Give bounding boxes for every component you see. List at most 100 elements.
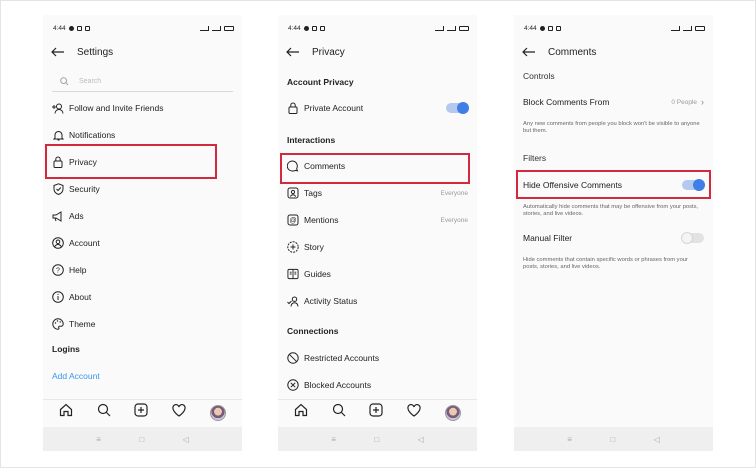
new-post-icon[interactable] xyxy=(134,403,149,422)
privacy-item-label: Mentions xyxy=(304,215,339,225)
settings-screen: 4:44 Settings Search Follow and Invite F… xyxy=(43,15,242,451)
status-bar: 4:44 xyxy=(514,15,713,41)
privacy-item-label: Tags xyxy=(304,188,322,198)
menu-nav-icon[interactable]: ≡ xyxy=(567,435,572,444)
heart-icon[interactable] xyxy=(172,403,186,422)
screenshot-frame: 4:44 Settings Search Follow and Invite F… xyxy=(0,0,756,468)
privacy-item-blocked[interactable]: Blocked Accounts xyxy=(278,372,477,398)
back-arrow-icon[interactable] xyxy=(522,46,538,58)
back-nav-icon[interactable]: ◁ xyxy=(654,435,660,444)
home-nav-icon[interactable]: □ xyxy=(139,435,144,444)
search-icon[interactable] xyxy=(332,403,346,422)
help-icon: ? xyxy=(52,264,64,276)
app-icon xyxy=(319,25,325,31)
menu-nav-icon[interactable]: ≡ xyxy=(331,435,336,444)
system-nav-bar: ≡ □ ◁ xyxy=(514,427,713,451)
block-comments-value: 0 People xyxy=(671,98,697,106)
private-account-row[interactable]: Private Account xyxy=(278,95,477,121)
new-post-icon[interactable] xyxy=(369,403,384,422)
highlight-box xyxy=(280,153,470,184)
home-nav-icon[interactable]: □ xyxy=(610,435,615,444)
heart-icon[interactable] xyxy=(407,403,421,422)
settings-item-help[interactable]: ? Help xyxy=(43,257,242,283)
svg-text:?: ? xyxy=(56,268,60,275)
bottom-tab-bar xyxy=(43,399,242,425)
comments-header: Comments xyxy=(514,41,713,63)
status-time: 4:44 xyxy=(288,24,301,32)
notification-icon xyxy=(539,25,545,31)
lock-icon xyxy=(287,102,299,114)
settings-item-ads[interactable]: Ads xyxy=(43,203,242,229)
status-time: 4:44 xyxy=(53,24,66,32)
back-nav-icon[interactable]: ◁ xyxy=(183,435,189,444)
privacy-item-activity-status[interactable]: Activity Status xyxy=(278,288,477,314)
settings-item-account[interactable]: Account xyxy=(43,230,242,256)
privacy-item-guides[interactable]: Guides xyxy=(278,261,477,287)
wifi-icon xyxy=(200,25,209,31)
system-nav-bar: ≡ □ ◁ xyxy=(278,427,477,451)
search-icon[interactable] xyxy=(97,403,111,422)
home-icon[interactable] xyxy=(294,403,308,422)
signal-icon xyxy=(447,25,456,31)
system-nav-bar: ≡ □ ◁ xyxy=(43,427,242,451)
story-icon xyxy=(287,241,299,253)
settings-header: Settings xyxy=(43,41,242,63)
restricted-icon xyxy=(287,352,299,364)
add-person-icon xyxy=(52,102,64,114)
avatar[interactable] xyxy=(445,404,462,421)
privacy-item-restricted[interactable]: Restricted Accounts xyxy=(278,345,477,371)
private-account-toggle[interactable] xyxy=(446,102,469,114)
manual-filter-toggle[interactable] xyxy=(681,232,704,244)
page-title: Privacy xyxy=(312,46,345,58)
search-icon xyxy=(60,77,69,86)
privacy-header: Privacy xyxy=(278,41,477,63)
back-arrow-icon[interactable] xyxy=(286,46,302,58)
block-comments-row[interactable]: Block Comments From 0 People › xyxy=(514,89,713,115)
avatar[interactable] xyxy=(210,404,227,421)
notification-icon xyxy=(303,25,309,31)
back-arrow-icon[interactable] xyxy=(51,46,67,58)
bell-icon xyxy=(52,129,64,141)
account-privacy-header: Account Privacy xyxy=(287,77,354,87)
comments-screen: 4:44 Comments Controls Block Comments Fr… xyxy=(514,15,713,451)
privacy-item-label: Activity Status xyxy=(304,296,358,306)
settings-item-label: Security xyxy=(69,184,100,194)
settings-item-theme[interactable]: Theme xyxy=(43,311,242,337)
manual-filter-row[interactable]: Manual Filter xyxy=(514,225,713,251)
search-placeholder: Search xyxy=(79,78,102,85)
guides-icon xyxy=(287,268,299,280)
manual-filter-label: Manual Filter xyxy=(523,233,573,243)
account-circle-icon xyxy=(52,237,64,249)
privacy-item-mentions[interactable]: @ Mentions Everyone xyxy=(278,207,477,233)
settings-item-follow[interactable]: Follow and Invite Friends xyxy=(43,95,242,121)
settings-item-label: Notifications xyxy=(69,130,116,140)
battery-icon xyxy=(695,25,705,31)
search-input[interactable]: Search xyxy=(52,72,233,92)
highlight-box xyxy=(516,170,711,199)
privacy-item-story[interactable]: Story xyxy=(278,234,477,260)
home-icon[interactable] xyxy=(59,403,73,422)
battery-icon xyxy=(224,25,234,31)
toggle-knob xyxy=(681,232,693,244)
bottom-tab-bar xyxy=(278,399,477,425)
block-comments-label: Block Comments From xyxy=(523,97,610,107)
megaphone-icon xyxy=(52,210,64,222)
add-account-link[interactable]: Add Account xyxy=(52,371,100,381)
battery-icon xyxy=(459,25,469,31)
privacy-item-label: Story xyxy=(304,242,324,252)
settings-item-label: Ads xyxy=(69,211,84,221)
app-icon xyxy=(84,25,90,31)
menu-nav-icon[interactable]: ≡ xyxy=(96,435,101,444)
home-nav-icon[interactable]: □ xyxy=(374,435,379,444)
blocked-icon xyxy=(287,379,299,391)
settings-item-security[interactable]: Security xyxy=(43,176,242,202)
app-icon xyxy=(76,25,82,31)
mentions-value: Everyone xyxy=(440,216,468,224)
settings-item-about[interactable]: About xyxy=(43,284,242,310)
chevron-right-icon: › xyxy=(701,97,704,107)
notification-icon xyxy=(68,25,74,31)
activity-status-icon xyxy=(287,295,299,307)
mention-icon: @ xyxy=(287,214,299,226)
palette-icon xyxy=(52,318,64,330)
back-nav-icon[interactable]: ◁ xyxy=(418,435,424,444)
